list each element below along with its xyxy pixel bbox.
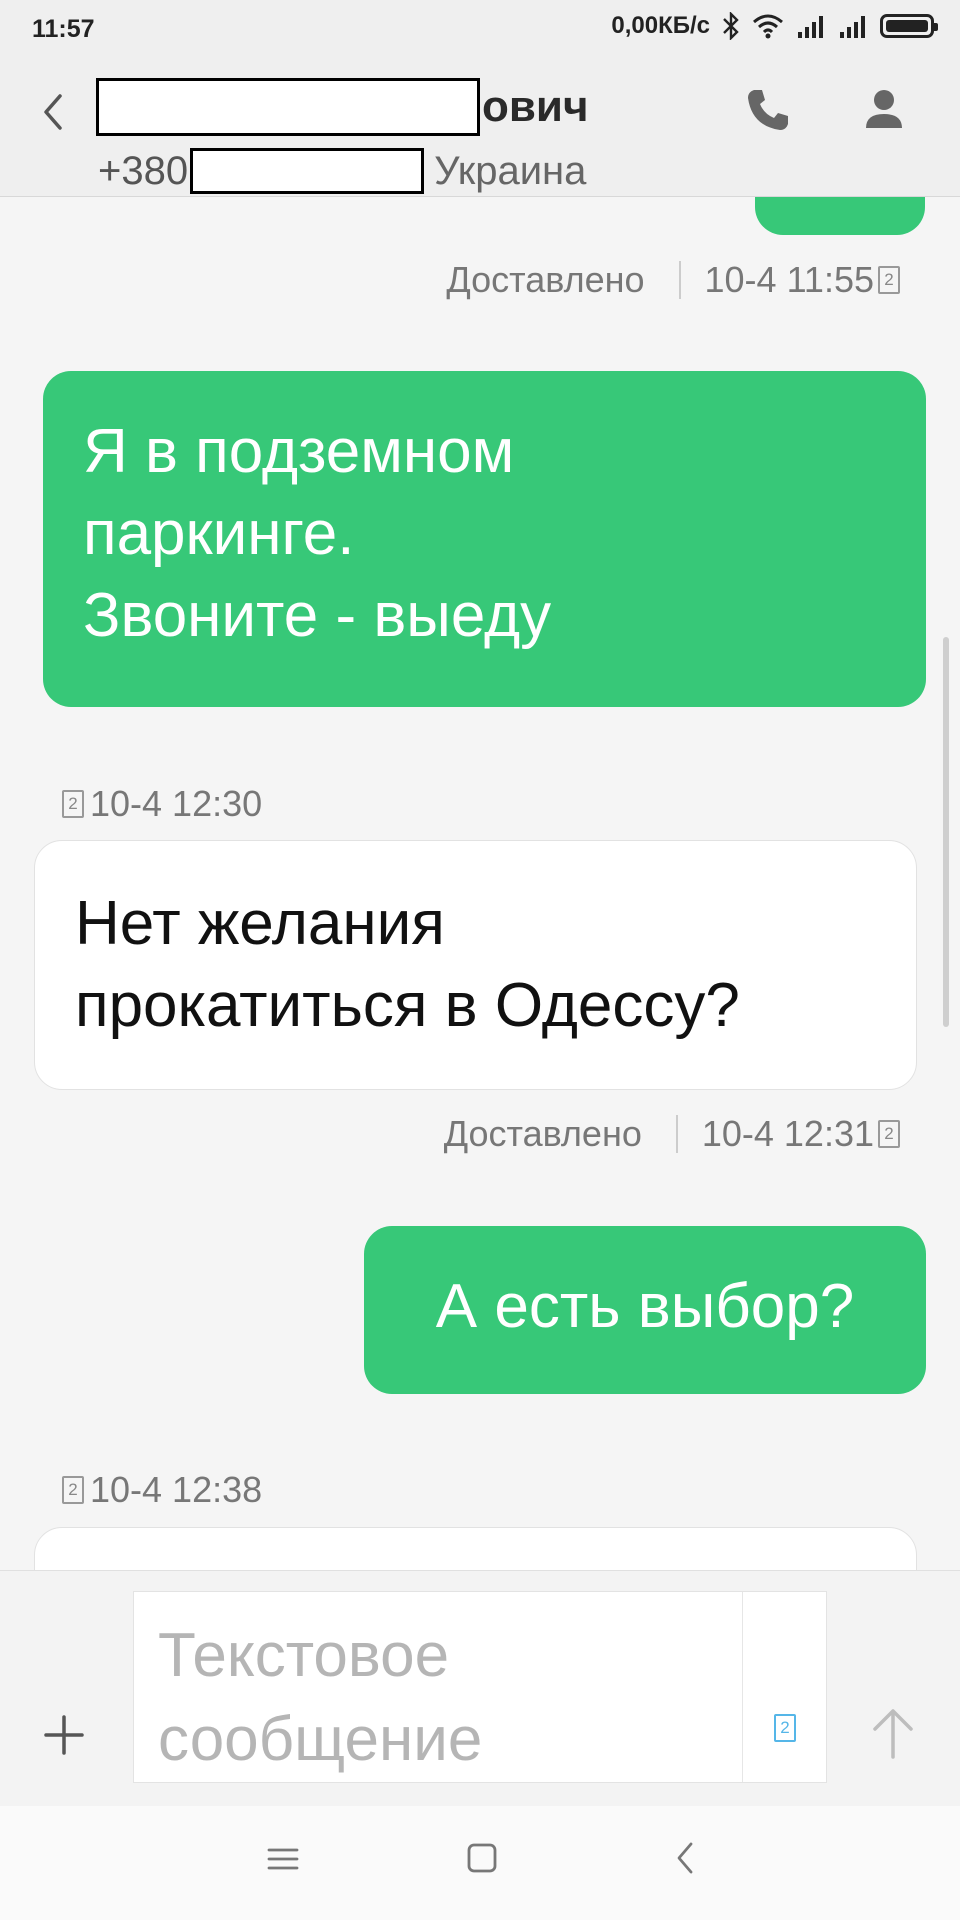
message-timestamp: 10-4 12:30 bbox=[90, 783, 263, 824]
message-bubble-outgoing[interactable]: Я в подземном паркинге. Звоните - выеду bbox=[43, 371, 926, 707]
conversation-header: ович +380 Украина bbox=[0, 60, 960, 197]
message-text: Я в подземном паркинге. Звоните - выеду bbox=[83, 417, 552, 650]
message-timestamp: 10-4 11:55 bbox=[704, 259, 874, 300]
wifi-icon bbox=[753, 14, 783, 39]
signal-icon bbox=[798, 16, 823, 38]
message-timestamp: 10-4 12:31 bbox=[701, 1113, 874, 1154]
bluetooth-icon bbox=[723, 12, 739, 40]
status-icons: 0,00КБ/с bbox=[611, 12, 938, 40]
message-bubble-incoming-partial[interactable] bbox=[34, 1527, 917, 1570]
contact-phone: +380 Украина bbox=[98, 148, 586, 194]
phone-icon[interactable] bbox=[740, 82, 796, 138]
sim-select-icon[interactable]: 2 bbox=[774, 1714, 796, 1742]
message-text: Нет желания прокатиться в Одессу? bbox=[75, 889, 740, 1040]
contact-location: Украина bbox=[434, 148, 587, 193]
plus-icon[interactable] bbox=[40, 1711, 88, 1759]
sim-2-icon: 2 bbox=[878, 266, 900, 294]
compose-bar: Текстовое сообщение 2 bbox=[0, 1570, 960, 1807]
meta-divider bbox=[675, 1115, 678, 1153]
redacted-phone bbox=[190, 148, 425, 194]
message-input[interactable]: Текстовое сообщение 2 bbox=[133, 1591, 827, 1783]
input-divider bbox=[742, 1592, 743, 1782]
home-square-icon[interactable] bbox=[464, 1840, 500, 1876]
scrollbar[interactable] bbox=[943, 637, 949, 1027]
network-speed: 0,00КБ/с bbox=[611, 12, 710, 39]
person-icon[interactable] bbox=[856, 82, 912, 138]
chevron-left-icon[interactable] bbox=[30, 80, 78, 144]
message-text: А есть выбор? bbox=[435, 1272, 855, 1341]
message-meta: 2 10-4 12:38 bbox=[62, 1469, 262, 1511]
delivery-status: Доставлено bbox=[443, 1113, 642, 1154]
sim-2-icon: 2 bbox=[878, 1120, 900, 1148]
sim-2-icon: 2 bbox=[62, 1476, 84, 1504]
system-nav-bar bbox=[0, 1806, 960, 1920]
arrow-up-icon[interactable] bbox=[866, 1703, 920, 1763]
delivery-status: Доставлено bbox=[446, 259, 645, 300]
message-bubble-outgoing[interactable]: А есть выбор? bbox=[364, 1226, 926, 1394]
message-bubble-outgoing-partial[interactable] bbox=[755, 197, 925, 235]
contact-name: ович bbox=[96, 78, 589, 136]
message-meta: Доставлено 10-4 11:55 2 bbox=[446, 259, 900, 301]
message-list[interactable]: Доставлено 10-4 11:55 2 Я в подземном па… bbox=[0, 197, 960, 1570]
message-meta: Доставлено 10-4 12:31 2 bbox=[444, 1113, 900, 1155]
contact-name-suffix: ович bbox=[482, 82, 589, 131]
meta-divider bbox=[678, 261, 681, 299]
message-meta: 2 10-4 12:30 bbox=[62, 783, 262, 825]
message-input-placeholder: Текстовое сообщение bbox=[158, 1621, 483, 1774]
menu-icon[interactable] bbox=[266, 1842, 300, 1876]
redacted-name bbox=[96, 78, 480, 136]
signal-icon bbox=[840, 16, 865, 38]
back-chevron-icon[interactable] bbox=[668, 1840, 704, 1876]
status-time: 11:57 bbox=[32, 15, 95, 43]
message-bubble-incoming[interactable]: Нет желания прокатиться в Одессу? bbox=[34, 840, 917, 1090]
status-bar: 11:57 0,00КБ/с bbox=[0, 0, 960, 60]
phone-prefix: +380 bbox=[98, 148, 189, 193]
message-timestamp: 10-4 12:38 bbox=[90, 1469, 263, 1510]
sim-2-icon: 2 bbox=[62, 790, 84, 818]
battery-icon bbox=[880, 14, 938, 38]
